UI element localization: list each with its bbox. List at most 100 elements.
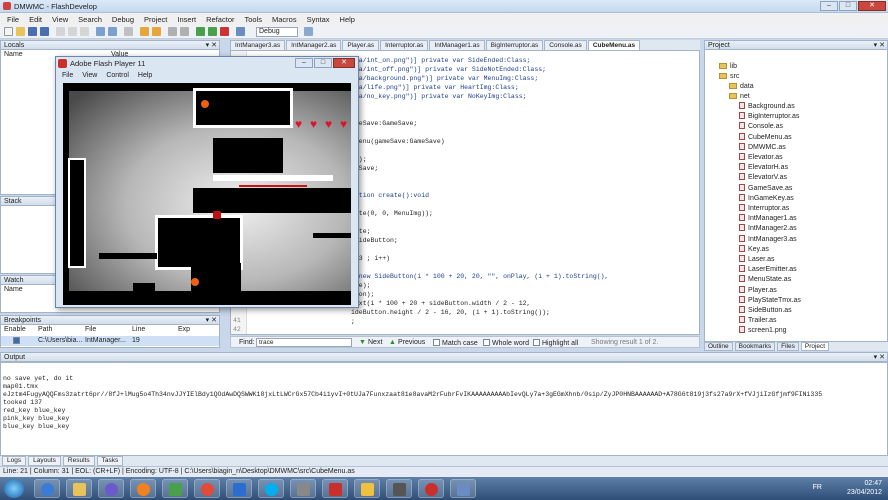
match-case-checkbox[interactable]: Match case: [433, 339, 478, 347]
lang-indicator[interactable]: FR: [813, 483, 822, 492]
maximize-button[interactable]: □: [839, 1, 857, 11]
tab-biginterruptor[interactable]: BigInterruptor.as: [485, 40, 544, 50]
menu-view[interactable]: View: [47, 15, 73, 24]
taskbar-app[interactable]: [418, 479, 444, 498]
tab-interruptor[interactable]: Interruptor.as: [380, 40, 429, 50]
output-panel[interactable]: no save yet, do it map01.tmx eJztm4FugyA…: [0, 362, 888, 456]
taskbar-app[interactable]: [98, 479, 124, 498]
menu-project[interactable]: Project: [139, 15, 172, 24]
taskbar-app[interactable]: [66, 479, 92, 498]
taskbar-app[interactable]: [258, 479, 284, 498]
tab-intmanager3[interactable]: IntManager3.as: [230, 40, 286, 50]
project-file[interactable]: Player.as: [739, 285, 777, 296]
indent-icon[interactable]: [180, 27, 189, 36]
redo-icon[interactable]: [108, 27, 117, 36]
project-file[interactable]: screen1.png: [739, 326, 787, 336]
project-file[interactable]: Elevator.as: [739, 153, 783, 163]
project-file[interactable]: ElevatorH.as: [739, 163, 788, 173]
flash-menu-control[interactable]: Control: [106, 72, 129, 79]
project-folder-data[interactable]: data: [729, 82, 754, 92]
tab-console[interactable]: Console.as: [544, 40, 587, 50]
paste-icon[interactable]: [80, 27, 89, 36]
tab-outline[interactable]: Outline: [704, 342, 733, 351]
project-file[interactable]: SideButton.as: [739, 306, 792, 316]
close-button[interactable]: ✕: [858, 1, 886, 11]
find-icon[interactable]: [124, 27, 133, 36]
project-file[interactable]: MenuState.as: [739, 275, 791, 285]
project-folder-lib[interactable]: lib: [719, 62, 737, 72]
minimize-button[interactable]: –: [820, 1, 838, 11]
build-icon[interactable]: [196, 27, 205, 36]
taskbar-app[interactable]: [194, 479, 220, 498]
bookmark-next-icon[interactable]: [152, 27, 161, 36]
project-file[interactable]: CubeMenu.as: [739, 132, 792, 143]
project-file[interactable]: BigInterruptor.as: [739, 112, 799, 122]
tab-intmanager2[interactable]: IntManager2.as: [286, 40, 342, 50]
menu-refactor[interactable]: Refactor: [201, 15, 239, 24]
settings-icon[interactable]: [304, 27, 313, 36]
whole-word-checkbox[interactable]: Whole word: [483, 339, 529, 347]
copy-icon[interactable]: [68, 27, 77, 36]
tab-tasks[interactable]: Tasks: [96, 456, 124, 466]
menu-help[interactable]: Help: [335, 15, 360, 24]
flash-close-button[interactable]: ✕: [333, 58, 355, 68]
menu-file[interactable]: File: [2, 15, 24, 24]
project-file[interactable]: Background.as: [739, 102, 795, 112]
tab-intmanager1[interactable]: IntManager1.as: [429, 40, 485, 50]
taskbar-app[interactable]: [322, 479, 348, 498]
find-input[interactable]: trace: [256, 338, 352, 347]
tab-files[interactable]: Files: [777, 342, 799, 351]
panel-pin-icon[interactable]: ▾ ✕: [206, 41, 217, 50]
comment-icon[interactable]: [168, 27, 177, 36]
build-config-select[interactable]: Debug: [256, 27, 298, 37]
menu-debug[interactable]: Debug: [107, 15, 139, 24]
tab-cubemenu[interactable]: CubeMenu.as: [587, 40, 641, 50]
find-previous-button[interactable]: Previous: [398, 339, 425, 346]
start-button[interactable]: [4, 479, 24, 498]
open-folder-icon[interactable]: [16, 27, 25, 36]
project-file[interactable]: PlayStateTmx.as: [739, 295, 801, 306]
project-file[interactable]: Trailer.as: [739, 316, 777, 326]
tab-project[interactable]: Project: [800, 342, 830, 351]
menu-tools[interactable]: Tools: [240, 15, 268, 24]
find-next-button[interactable]: Next: [368, 339, 382, 346]
project-file[interactable]: GameSave.as: [739, 183, 792, 194]
save-icon[interactable]: [28, 27, 37, 36]
game-canvas[interactable]: ♥ ♥ ♥ ♥: [63, 83, 351, 305]
stop-icon[interactable]: [220, 27, 229, 36]
panel-pin-icon[interactable]: ▾ ✕: [874, 353, 885, 362]
taskbar-app[interactable]: [354, 479, 380, 498]
taskbar-app[interactable]: [290, 479, 316, 498]
project-file[interactable]: Key.as: [739, 244, 769, 255]
tab-player[interactable]: Player.as: [342, 40, 380, 50]
project-file[interactable]: LaserEmitter.as: [739, 265, 797, 275]
flash-minimize-button[interactable]: –: [295, 58, 313, 68]
tab-bookmarks[interactable]: Bookmarks: [734, 342, 776, 351]
flash-menu-file[interactable]: File: [62, 72, 73, 79]
project-file[interactable]: IntManager1.as: [739, 214, 797, 224]
taskbar-app[interactable]: [34, 479, 60, 498]
project-file[interactable]: Console.as: [739, 122, 783, 132]
project-file[interactable]: Interruptor.as: [739, 204, 789, 214]
save-all-icon[interactable]: [40, 27, 49, 36]
highlight-all-checkbox[interactable]: Highlight all: [533, 339, 578, 347]
menu-search[interactable]: Search: [73, 15, 107, 24]
debug-step-icon[interactable]: [236, 27, 245, 36]
bookmark-icon[interactable]: [140, 27, 149, 36]
flash-maximize-button[interactable]: □: [314, 58, 332, 68]
menu-macros[interactable]: Macros: [267, 15, 302, 24]
run-icon[interactable]: [208, 27, 217, 36]
project-file[interactable]: Laser.as: [739, 255, 774, 265]
tab-layouts[interactable]: Layouts: [28, 456, 61, 466]
cut-icon[interactable]: [56, 27, 65, 36]
menu-edit[interactable]: Edit: [24, 15, 47, 24]
taskbar-app[interactable]: [226, 479, 252, 498]
taskbar-app[interactable]: [162, 479, 188, 498]
breakpoint-enable-checkbox[interactable]: [13, 337, 20, 344]
taskbar-app[interactable]: [130, 479, 156, 498]
tab-logs[interactable]: Logs: [2, 456, 27, 466]
menu-syntax[interactable]: Syntax: [302, 15, 335, 24]
panel-pin-icon[interactable]: ▾ ✕: [206, 316, 217, 325]
project-file[interactable]: IntManager3.as: [739, 234, 797, 245]
tab-results[interactable]: Results: [62, 456, 95, 466]
